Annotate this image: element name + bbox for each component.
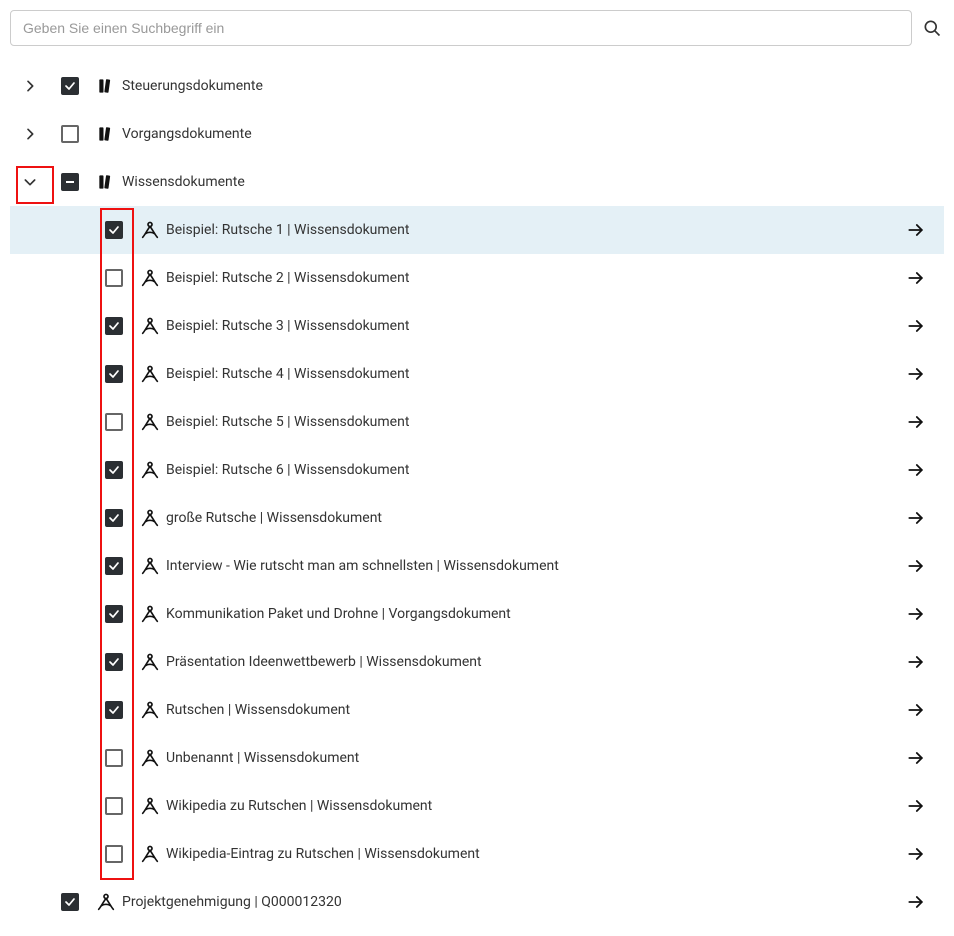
- pdf-icon: [134, 603, 166, 625]
- pdf-icon: [134, 843, 166, 865]
- chevron-right-icon[interactable]: [18, 74, 42, 98]
- open-arrow-icon[interactable]: [904, 796, 928, 816]
- document-label: Wikipedia zu Rutschen | Wissensdokument: [166, 798, 904, 814]
- document-row[interactable]: Unbenannt | Wissensdokument: [10, 734, 944, 782]
- folder-icon: [90, 172, 122, 192]
- open-arrow-icon[interactable]: [904, 604, 928, 624]
- document-label: Beispiel: Rutsche 6 | Wissensdokument: [166, 462, 904, 478]
- search-input[interactable]: [10, 10, 912, 46]
- open-arrow-icon[interactable]: [904, 556, 928, 576]
- open-arrow-icon[interactable]: [904, 892, 928, 912]
- document-label: Projektgenehmigung | Q000012320: [122, 894, 904, 910]
- pdf-icon: [134, 219, 166, 241]
- document-row-root[interactable]: Projektgenehmigung | Q000012320: [10, 878, 944, 926]
- folder-label: Wissensdokumente: [122, 174, 928, 190]
- document-label: Rutschen | Wissensdokument: [166, 702, 904, 718]
- open-arrow-icon[interactable]: [904, 508, 928, 528]
- document-row[interactable]: Beispiel: Rutsche 2 | Wissensdokument: [10, 254, 944, 302]
- document-label: Wikipedia-Eintrag zu Rutschen | Wissensd…: [166, 846, 904, 862]
- pdf-icon: [134, 699, 166, 721]
- pdf-icon: [134, 795, 166, 817]
- document-checkbox[interactable]: [105, 653, 123, 671]
- pdf-icon: [134, 747, 166, 769]
- document-row[interactable]: große Rutsche | Wissensdokument: [10, 494, 944, 542]
- search-row: [10, 10, 944, 46]
- open-arrow-icon[interactable]: [904, 844, 928, 864]
- document-checkbox[interactable]: [105, 845, 123, 863]
- document-label: Interview - Wie rutscht man am schnellst…: [166, 558, 904, 574]
- folder-checkbox-steuerung[interactable]: [61, 77, 79, 95]
- document-row[interactable]: Interview - Wie rutscht man am schnellst…: [10, 542, 944, 590]
- document-label: Beispiel: Rutsche 2 | Wissensdokument: [166, 270, 904, 286]
- document-row[interactable]: Wikipedia zu Rutschen | Wissensdokument: [10, 782, 944, 830]
- open-arrow-icon[interactable]: [904, 220, 928, 240]
- document-row[interactable]: Beispiel: Rutsche 4 | Wissensdokument: [10, 350, 944, 398]
- pdf-icon: [134, 651, 166, 673]
- folder-icon: [90, 124, 122, 144]
- open-arrow-icon[interactable]: [904, 652, 928, 672]
- search-icon: [922, 18, 942, 38]
- open-arrow-icon[interactable]: [904, 460, 928, 480]
- document-label: große Rutsche | Wissensdokument: [166, 510, 904, 526]
- document-checkbox[interactable]: [105, 461, 123, 479]
- folder-row-steuerung[interactable]: Steuerungsdokumente: [10, 62, 944, 110]
- document-checkbox[interactable]: [105, 701, 123, 719]
- document-row[interactable]: Kommunikation Paket und Drohne | Vorgang…: [10, 590, 944, 638]
- pdf-icon: [134, 315, 166, 337]
- document-tree: Steuerungsdokumente Vorgangsdokumente Wiss…: [10, 62, 944, 926]
- folder-icon: [90, 76, 122, 96]
- document-row[interactable]: Rutschen | Wissensdokument: [10, 686, 944, 734]
- document-row[interactable]: Wikipedia-Eintrag zu Rutschen | Wissensd…: [10, 830, 944, 878]
- document-checkbox[interactable]: [105, 269, 123, 287]
- pdf-icon: [134, 363, 166, 385]
- document-label: Beispiel: Rutsche 5 | Wissensdokument: [166, 414, 904, 430]
- folder-checkbox-vorgang[interactable]: [61, 125, 79, 143]
- folder-label: Steuerungsdokumente: [122, 78, 928, 94]
- pdf-icon: [134, 555, 166, 577]
- document-label: Beispiel: Rutsche 4 | Wissensdokument: [166, 366, 904, 382]
- folder-row-vorgang[interactable]: Vorgangsdokumente: [10, 110, 944, 158]
- pdf-icon: [134, 267, 166, 289]
- document-row[interactable]: Beispiel: Rutsche 5 | Wissensdokument: [10, 398, 944, 446]
- document-checkbox-root[interactable]: [61, 893, 79, 911]
- document-checkbox[interactable]: [105, 413, 123, 431]
- document-row[interactable]: Beispiel: Rutsche 3 | Wissensdokument: [10, 302, 944, 350]
- folder-row-wissen[interactable]: Wissensdokumente: [10, 158, 944, 206]
- document-tree-container: Steuerungsdokumente Vorgangsdokumente Wiss…: [10, 10, 944, 926]
- pdf-icon: [134, 507, 166, 529]
- open-arrow-icon[interactable]: [904, 700, 928, 720]
- document-label: Kommunikation Paket und Drohne | Vorgang…: [166, 606, 904, 622]
- document-checkbox[interactable]: [105, 509, 123, 527]
- chevron-down-icon[interactable]: [18, 170, 42, 194]
- open-arrow-icon[interactable]: [904, 412, 928, 432]
- pdf-icon: [134, 411, 166, 433]
- open-arrow-icon[interactable]: [904, 748, 928, 768]
- document-row[interactable]: Präsentation Ideenwettbewerb | Wissensdo…: [10, 638, 944, 686]
- open-arrow-icon[interactable]: [904, 364, 928, 384]
- chevron-right-icon[interactable]: [18, 122, 42, 146]
- document-label: Beispiel: Rutsche 1 | Wissensdokument: [166, 222, 904, 238]
- document-row[interactable]: Beispiel: Rutsche 1 | Wissensdokument: [10, 206, 944, 254]
- document-label: Unbenannt | Wissensdokument: [166, 750, 904, 766]
- document-checkbox[interactable]: [105, 557, 123, 575]
- open-arrow-icon[interactable]: [904, 268, 928, 288]
- folder-checkbox-wissen[interactable]: [61, 173, 79, 191]
- document-label: Beispiel: Rutsche 3 | Wissensdokument: [166, 318, 904, 334]
- pdf-icon: [90, 891, 122, 913]
- document-checkbox[interactable]: [105, 365, 123, 383]
- document-row[interactable]: Beispiel: Rutsche 6 | Wissensdokument: [10, 446, 944, 494]
- search-button[interactable]: [920, 16, 944, 40]
- document-checkbox[interactable]: [105, 317, 123, 335]
- document-checkbox[interactable]: [105, 221, 123, 239]
- folder-label: Vorgangsdokumente: [122, 126, 928, 142]
- pdf-icon: [134, 459, 166, 481]
- document-label: Präsentation Ideenwettbewerb | Wissensdo…: [166, 654, 904, 670]
- document-checkbox[interactable]: [105, 797, 123, 815]
- document-checkbox[interactable]: [105, 605, 123, 623]
- open-arrow-icon[interactable]: [904, 316, 928, 336]
- document-checkbox[interactable]: [105, 749, 123, 767]
